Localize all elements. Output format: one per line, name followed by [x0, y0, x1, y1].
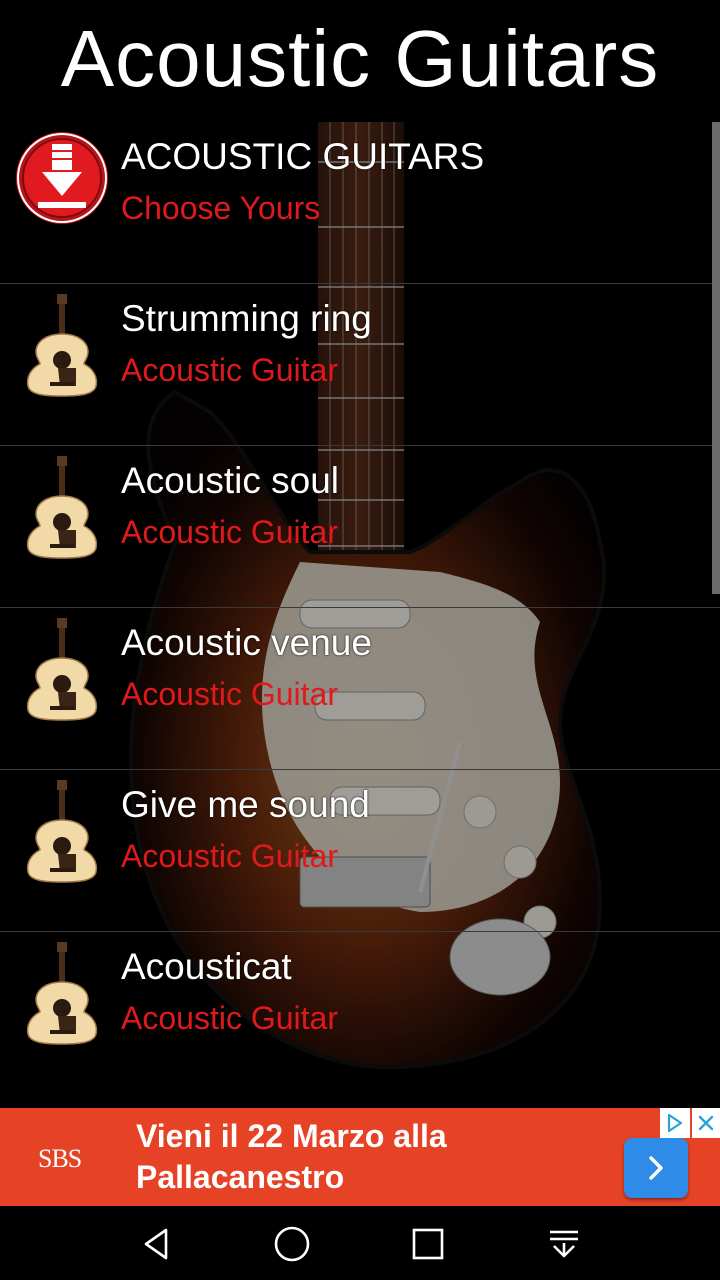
home-icon — [274, 1226, 310, 1262]
acoustic-guitar-icon — [26, 942, 98, 1045]
acoustic-guitar-icon — [26, 456, 98, 559]
system-navigation-bar — [0, 1206, 720, 1280]
item-subtitle: Acoustic Guitar — [121, 514, 338, 550]
nav-home-button[interactable] — [270, 1222, 314, 1266]
list-item[interactable]: Acousticat Acoustic Guitar — [0, 932, 720, 1094]
ad-close-button[interactable] — [692, 1108, 720, 1138]
item-subtitle: Acoustic Guitar — [121, 1000, 338, 1036]
nav-notifications-button[interactable] — [542, 1222, 586, 1266]
acoustic-guitar-icon — [26, 294, 98, 397]
item-title: Strumming ring — [121, 298, 372, 339]
download-badge-icon — [16, 132, 108, 224]
list-item[interactable]: ACOUSTIC GUITARS Choose Yours — [0, 122, 720, 284]
list-item[interactable]: Give me sound Acoustic Guitar — [0, 770, 720, 932]
list-item[interactable]: Strumming ring Acoustic Guitar — [0, 284, 720, 446]
list-item[interactable]: Acoustic soul Acoustic Guitar — [0, 446, 720, 608]
ad-open-button[interactable] — [624, 1138, 688, 1198]
item-title: Acousticat — [121, 946, 292, 987]
ad-brand-logo: SBS — [38, 1144, 82, 1173]
item-title: ACOUSTIC GUITARS — [121, 136, 485, 177]
nav-back-button[interactable] — [134, 1222, 178, 1266]
item-subtitle: Acoustic Guitar — [121, 838, 338, 874]
nav-recents-button[interactable] — [406, 1222, 450, 1266]
chevron-right-icon — [649, 1156, 663, 1180]
item-subtitle: Choose Yours — [121, 190, 321, 226]
ad-banner[interactable]: SBS Vieni il 22 Marzo alla Pallacanestro — [0, 1108, 720, 1206]
main-content: ACOUSTIC GUITARS Choose Yours Strumming … — [0, 122, 720, 1108]
item-subtitle: Acoustic Guitar — [121, 352, 338, 388]
recents-icon — [412, 1228, 444, 1260]
close-icon — [698, 1115, 714, 1131]
item-title: Acoustic soul — [121, 460, 339, 501]
item-subtitle: Acoustic Guitar — [121, 676, 338, 712]
acoustic-guitar-icon — [26, 780, 98, 883]
notifications-pull-icon — [550, 1230, 578, 1258]
list-item[interactable]: Acoustic venue Acoustic Guitar — [0, 608, 720, 770]
app-header: Acoustic Guitars — [0, 0, 720, 122]
item-title: Give me sound — [121, 784, 370, 825]
list-scrollbar[interactable] — [712, 122, 720, 594]
ad-text: Vieni il 22 Marzo alla Pallacanestro — [136, 1118, 447, 1195]
sound-list: ACOUSTIC GUITARS Choose Yours Strumming … — [0, 122, 720, 1094]
app-title: Acoustic Guitars — [60, 14, 660, 103]
item-title: Acoustic venue — [121, 622, 372, 663]
acoustic-guitar-icon — [26, 618, 98, 721]
back-icon — [144, 1228, 168, 1260]
ad-choices-button[interactable] — [660, 1108, 690, 1138]
ad-choices-icon — [667, 1113, 683, 1133]
